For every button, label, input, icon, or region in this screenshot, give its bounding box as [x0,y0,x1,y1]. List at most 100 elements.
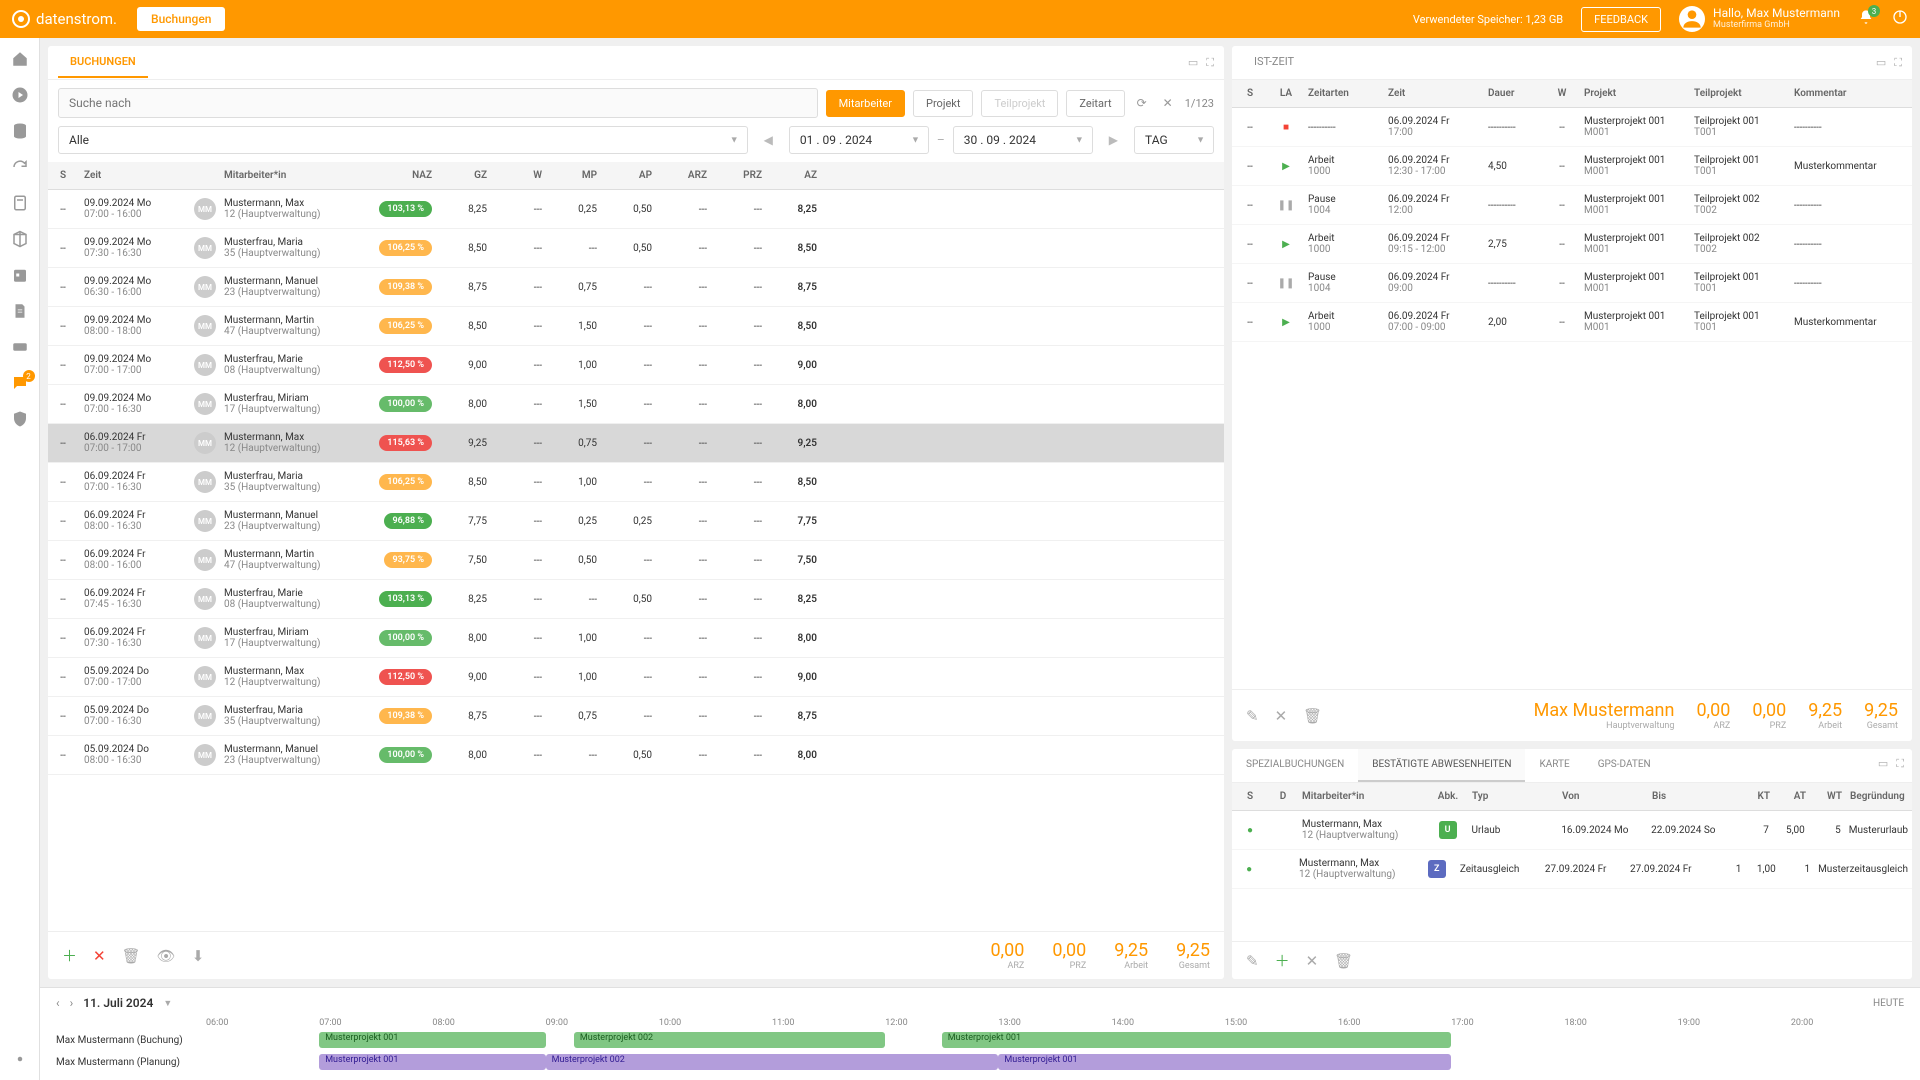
expand-icon[interactable]: ⛶ [1894,56,1902,70]
table-row[interactable]: -- 06.09.2024 Fr07:00 - 17:00 MM Musterm… [48,424,1224,463]
date-next[interactable]: ▶ [1101,129,1126,151]
chat-icon[interactable]: 2 [11,374,29,392]
granularity-select[interactable]: TAG▼ [1134,126,1214,154]
table-row[interactable]: -- 05.09.2024 Do08:00 - 16:30 MM Musterm… [48,736,1224,775]
timeline-prev[interactable]: ‹ [56,996,60,1010]
pager-label: 1/123 [1185,97,1214,110]
timeline-bar[interactable]: Musterprojekt 002 [546,1054,999,1070]
timeline-bar[interactable]: Musterprojekt 001 [319,1032,545,1048]
add-button[interactable]: ＋ [1275,950,1290,971]
trash-icon[interactable]: 🗑 [122,947,141,965]
time-entry-row[interactable]: --▶ Arbeit1000 06.09.2024 Fr12:30 - 17:0… [1232,147,1912,186]
subtab-abwesenheiten[interactable]: BESTÄTIGTE ABWESENHEITEN [1358,749,1525,782]
settings-icon[interactable] [11,1050,29,1068]
table-row[interactable]: -- 09.09.2024 Mo07:00 - 16:00 MM Musterm… [48,190,1224,229]
document-icon[interactable] [11,302,29,320]
cube-icon[interactable] [11,230,29,248]
time-entry-row[interactable]: --❚❚ Pause1004 06.09.2024 Fr12:00 ------… [1232,186,1912,225]
calculator-icon[interactable] [11,194,29,212]
minimize-icon[interactable]: ▭ [1188,56,1198,70]
user-company: Musterfirma GmbH [1713,21,1840,31]
date-to-select[interactable]: 30 . 09 . 2024▼ [953,126,1093,154]
sidebar: 2 [0,38,40,1080]
user-greeting: Hallo, Max Mustermann [1713,7,1840,20]
table-row[interactable]: -- 09.09.2024 Mo06:30 - 16:00 MM Musterm… [48,268,1224,307]
edit-icon[interactable]: ✎ [1246,707,1259,725]
time-entry-row[interactable]: --▶ Arbeit1000 06.09.2024 Fr07:00 - 09:0… [1232,303,1912,342]
table-row[interactable]: -- 06.09.2024 Fr08:00 - 16:00 MM Musterm… [48,541,1224,580]
table-row[interactable]: -- 09.09.2024 Mo07:00 - 16:30 MM Musterf… [48,385,1224,424]
storage-indicator: Verwendeter Speicher: 1,23 GB [1413,13,1563,26]
absence-row[interactable]: ● Mustermann, Max12 (Hauptverwaltung) U … [1232,811,1912,850]
time-entry-row[interactable]: --■ ---------- 06.09.2024 Fr17:00 ------… [1232,108,1912,147]
shield-icon[interactable] [11,410,29,428]
table-row[interactable]: -- 05.09.2024 Do07:00 - 17:00 MM Musterm… [48,658,1224,697]
absence-row[interactable]: ● Mustermann, Max12 (Hauptverwaltung) Z … [1232,850,1912,889]
timeline-today-button[interactable]: HEUTE [1873,998,1904,1009]
notifications-button[interactable]: 3 [1858,9,1874,29]
filter-mitarbeiter[interactable]: Mitarbeiter [826,90,905,117]
date-from-select[interactable]: 01 . 09 . 2024▼ [789,126,929,154]
minimize-icon[interactable]: ▭ [1878,757,1888,774]
subtab-karte[interactable]: KARTE [1525,749,1583,782]
user-menu[interactable]: Hallo, Max Mustermann Musterfirma GmbH [1679,6,1840,32]
ticket-icon[interactable] [11,338,29,356]
timeline-row-label: Max Mustermann (Planung) [56,1057,206,1068]
play-icon[interactable] [11,86,29,104]
timeline-date[interactable]: 11. Juli 2024 [83,996,153,1010]
filter-teilprojekt[interactable]: Teilprojekt [981,90,1058,117]
notification-badge: 3 [1868,5,1880,17]
panel-tab-buchungen[interactable]: BUCHUNGEN [58,47,148,78]
table-row[interactable]: -- 09.09.2024 Mo07:30 - 16:30 MM Musterf… [48,229,1224,268]
timeline-row-label: Max Mustermann (Buchung) [56,1035,206,1046]
selected-employee-org: Hauptverwaltung [1534,721,1675,731]
istzeit-panel: IST-ZEIT ▭⛶ SLA ZeitartenZeit DauerW Pro… [1232,46,1912,741]
selected-employee-name: Max Mustermann [1534,700,1675,721]
logout-button[interactable] [1892,9,1908,29]
timeline-bar[interactable]: Musterprojekt 001 [998,1054,1451,1070]
table-row[interactable]: -- 05.09.2024 Do07:00 - 16:30 MM Musterf… [48,697,1224,736]
expand-icon[interactable]: ⛶ [1206,56,1214,70]
refresh-icon[interactable] [11,158,29,176]
filter-projekt[interactable]: Projekt [913,90,973,117]
timeline-panel: ‹ › 11. Juli 2024 ▼ HEUTE 06:0007:0008:0… [40,987,1920,1080]
table-row[interactable]: -- 06.09.2024 Fr07:00 - 16:30 MM Musterf… [48,463,1224,502]
time-entry-row[interactable]: --▶ Arbeit1000 06.09.2024 Fr09:15 - 12:0… [1232,225,1912,264]
date-prev[interactable]: ◀ [756,129,781,151]
edit-icon[interactable]: ✎ [1246,952,1259,970]
timeline-bar[interactable]: Musterprojekt 002 [574,1032,885,1048]
table-row[interactable]: -- 09.09.2024 Mo07:00 - 17:00 MM Musterf… [48,346,1224,385]
filter-zeitart[interactable]: Zeitart [1066,90,1124,117]
reload-icon[interactable]: ⟳ [1133,92,1151,114]
app-header: datenstrom. Buchungen Verwendeter Speich… [0,0,1920,38]
subtab-spezial[interactable]: SPEZIALBUCHUNGEN [1232,749,1358,782]
clear-icon[interactable]: ✕ [1159,92,1177,114]
search-input[interactable] [58,88,818,118]
nav-tab-buchungen[interactable]: Buchungen [137,7,225,31]
feedback-button[interactable]: FEEDBACK [1581,7,1661,32]
add-button[interactable]: ＋ [62,945,77,966]
eye-icon[interactable]: 👁 [157,947,176,965]
filter-select-all[interactable]: Alle▼ [58,126,748,154]
trash-icon[interactable]: 🗑 [1334,952,1353,970]
database-icon[interactable] [11,122,29,140]
minimize-icon[interactable]: ▭ [1876,56,1886,70]
table-row[interactable]: -- 06.09.2024 Fr07:30 - 16:30 MM Musterf… [48,619,1224,658]
time-entry-row[interactable]: --❚❚ Pause1004 06.09.2024 Fr09:00 ------… [1232,264,1912,303]
download-icon[interactable]: ⬇ [192,947,205,965]
calendar-icon[interactable] [11,266,29,284]
panel-tab-istzeit[interactable]: IST-ZEIT [1242,47,1306,78]
home-icon[interactable] [11,50,29,68]
table-row[interactable]: -- 06.09.2024 Fr07:45 - 16:30 MM Musterf… [48,580,1224,619]
timeline-bar[interactable]: Musterprojekt 001 [319,1054,545,1070]
timeline-bar[interactable]: Musterprojekt 001 [942,1032,1451,1048]
subtab-gps[interactable]: GPS-DATEN [1584,749,1665,782]
delete-button[interactable]: ✕ [93,947,106,965]
delete-icon[interactable]: ✕ [1275,707,1288,725]
table-row[interactable]: -- 06.09.2024 Fr08:00 - 16:30 MM Musterm… [48,502,1224,541]
delete-icon[interactable]: ✕ [1306,952,1319,970]
table-row[interactable]: -- 09.09.2024 Mo08:00 - 18:00 MM Musterm… [48,307,1224,346]
expand-icon[interactable]: ⛶ [1896,757,1904,774]
trash-icon[interactable]: 🗑 [1303,707,1322,725]
timeline-next[interactable]: › [70,996,74,1010]
